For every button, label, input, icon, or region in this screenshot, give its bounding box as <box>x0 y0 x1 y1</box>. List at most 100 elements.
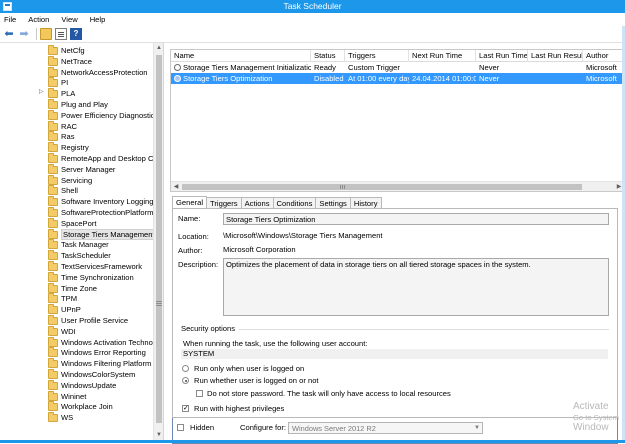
hidden-checkbox[interactable] <box>177 424 184 431</box>
watermark-line-3: Window <box>573 422 609 433</box>
name-field[interactable]: Storage Tiers Optimization <box>223 213 609 225</box>
tree-item[interactable]: RemoteApp and Desktop Cor <box>0 153 154 164</box>
tree-item-label: TextServicesFramework <box>61 262 143 271</box>
folder-up-icon[interactable] <box>40 28 52 40</box>
task-status-cell: Disabled <box>314 74 344 83</box>
column-header-last-run-time[interactable]: Last Run Time <box>476 50 528 62</box>
scroll-left-arrow-icon[interactable]: ◀ <box>171 182 181 191</box>
tree-item[interactable]: Task Manager <box>0 239 154 250</box>
folder-icon <box>48 217 58 228</box>
tree-item[interactable]: SpacePort <box>0 217 154 229</box>
highest-privileges-label[interactable]: Run with highest privileges <box>194 404 284 414</box>
tree-item[interactable]: WindowsUpdate <box>0 379 154 391</box>
folder-icon <box>48 401 58 412</box>
hidden-label[interactable]: Hidden <box>190 423 214 433</box>
tree-item[interactable]: TaskScheduler <box>0 250 154 261</box>
security-group-divider <box>239 329 609 330</box>
tree-item[interactable]: NetworkAccessProtection <box>0 66 154 78</box>
tree-item[interactable]: Ras <box>0 131 154 142</box>
back-arrow-icon[interactable]: ⬅ <box>3 28 15 40</box>
tree-item[interactable]: Windows Error Reporting <box>0 347 154 358</box>
tree-item[interactable]: Plug and Play <box>0 99 154 110</box>
task-row[interactable]: Storage Tiers Management Initialization … <box>171 62 624 73</box>
menu-help[interactable]: Help <box>90 15 106 24</box>
tree-item-label: Registry <box>61 143 89 153</box>
tree-item[interactable]: PI <box>0 77 154 88</box>
tree-item-label: WDI <box>61 326 76 336</box>
tree-item[interactable]: ▷ PLA <box>0 88 154 99</box>
general-tab-panel: Name: Storage Tiers Optimization Locatio… <box>172 208 618 418</box>
column-header-author[interactable]: Author <box>583 50 624 62</box>
scroll-up-arrow-icon[interactable]: ▲ <box>154 43 163 53</box>
folder-icon <box>48 250 58 261</box>
tree-item[interactable]: Server Manager <box>0 163 154 175</box>
toolbar: ⬅ ➡ ? <box>0 26 625 444</box>
forward-arrow-icon[interactable]: ➡ <box>18 28 30 40</box>
account-prompt: When running the task, use the following… <box>183 339 368 348</box>
library-tree: NetCfg NetTrace NetworkAccessProtection PI ▷… <box>0 43 164 440</box>
tree-item[interactable]: Windows Filtering Platform <box>0 358 154 369</box>
run-whether-logged-on-label[interactable]: Run whether user is logged on or not <box>194 376 319 386</box>
tree-item[interactable]: Registry <box>0 142 154 153</box>
title-bar: Task Scheduler <box>0 0 625 13</box>
tree-item[interactable]: Shell <box>0 185 154 196</box>
tree-item[interactable]: NetCfg <box>0 45 154 56</box>
author-label: Author: <box>178 246 203 255</box>
scroll-down-arrow-icon[interactable]: ▼ <box>154 430 163 440</box>
tree-item[interactable]: WindowsColorSystem <box>0 369 154 380</box>
configure-for-select[interactable]: Windows Server 2012 R2 ▼ <box>288 422 483 434</box>
tree-item-label: SpacePort <box>61 218 97 228</box>
tree-item[interactable]: TextServicesFramework <box>0 261 154 272</box>
task-row-selected[interactable]: Storage Tiers Optimization Disabled At 0… <box>171 73 624 84</box>
task-last-run-cell: Never <box>479 63 500 72</box>
tree-item-label: Power Efficiency Diagnostics <box>61 110 154 120</box>
expand-arrow-icon[interactable]: ▷ <box>39 88 44 95</box>
user-account-value: SYSTEM <box>181 349 608 359</box>
menu-file[interactable]: File <box>4 15 16 24</box>
column-header-last-run-result[interactable]: Last Run Result <box>528 50 583 62</box>
tree-item[interactable]: UPnP <box>0 304 154 315</box>
tree-item[interactable]: Power Efficiency Diagnostics <box>0 109 154 121</box>
tree-item-label: Time Zone <box>61 283 98 293</box>
menu-view[interactable]: View <box>61 15 77 24</box>
scroll-thumb[interactable] <box>182 184 582 190</box>
column-header-status[interactable]: Status <box>311 50 345 62</box>
folder-icon <box>48 185 58 196</box>
tree-item[interactable]: NetTrace <box>0 55 154 67</box>
tree-item[interactable]: Time Synchronization <box>0 271 154 283</box>
scroll-thumb[interactable] <box>156 55 162 423</box>
tree-item[interactable]: Time Zone <box>0 282 154 294</box>
tree-item[interactable]: Wininet <box>0 390 154 402</box>
column-header-name[interactable]: Name <box>171 50 311 62</box>
highest-privileges-checkbox[interactable]: ✓ <box>182 405 189 412</box>
tree-item-label: Software Inventory Logging <box>61 197 154 207</box>
description-field[interactable]: Optimizes the placement of data in stora… <box>223 258 609 316</box>
tree-item[interactable]: Software Inventory Logging <box>0 196 154 207</box>
menu-action[interactable]: Action <box>28 15 49 24</box>
task-name-text: Storage Tiers Management Initialization <box>183 63 311 72</box>
tree-item[interactable]: WDI <box>0 325 154 337</box>
tree-item[interactable]: Storage Tiers Management <box>0 228 157 240</box>
task-list-horizontal-scrollbar[interactable]: ◀ ▶ <box>171 181 624 191</box>
tree-item[interactable]: WS <box>0 412 154 423</box>
tree-item[interactable]: User Profile Service <box>0 315 154 326</box>
do-not-store-password-label[interactable]: Do not store password. The task will onl… <box>207 389 451 399</box>
tree-item[interactable]: Workplace Join <box>0 401 154 412</box>
tree-item[interactable]: SoftwareProtectionPlatform <box>0 207 154 218</box>
tree-vertical-scrollbar[interactable]: ▲ ▼ <box>153 43 163 440</box>
tree-item[interactable]: Servicing <box>0 174 154 186</box>
properties-icon[interactable] <box>55 28 67 40</box>
help-icon[interactable]: ? <box>70 28 82 40</box>
run-whether-logged-on-radio[interactable] <box>182 377 189 384</box>
tree-item-label: Windows Filtering Platform <box>61 359 152 369</box>
folder-icon <box>48 142 58 153</box>
column-header-triggers[interactable]: Triggers <box>345 50 409 62</box>
column-header-next-run-time[interactable]: Next Run Time <box>409 50 476 62</box>
tree-item[interactable]: Windows Activation Technol <box>0 336 154 348</box>
configure-for-label: Configure for: <box>240 423 287 432</box>
run-logged-on-radio[interactable] <box>182 365 189 372</box>
tree-item[interactable]: TPM <box>0 293 154 304</box>
tree-item[interactable]: RAC <box>0 120 154 132</box>
do-not-store-password-checkbox[interactable] <box>196 390 203 397</box>
run-logged-on-label[interactable]: Run only when user is logged on <box>194 364 304 374</box>
